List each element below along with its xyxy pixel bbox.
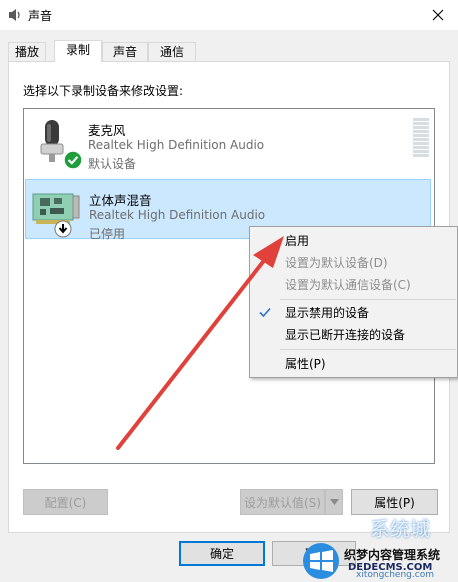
tab-recording[interactable]: 录制 — [54, 40, 102, 62]
watermark-xitongcheng: xitongcheng.com — [356, 570, 434, 580]
watermark-system-city: 系统城 — [370, 517, 430, 541]
annotation-arrow — [116, 236, 284, 450]
windows-logo-icon — [303, 543, 339, 579]
